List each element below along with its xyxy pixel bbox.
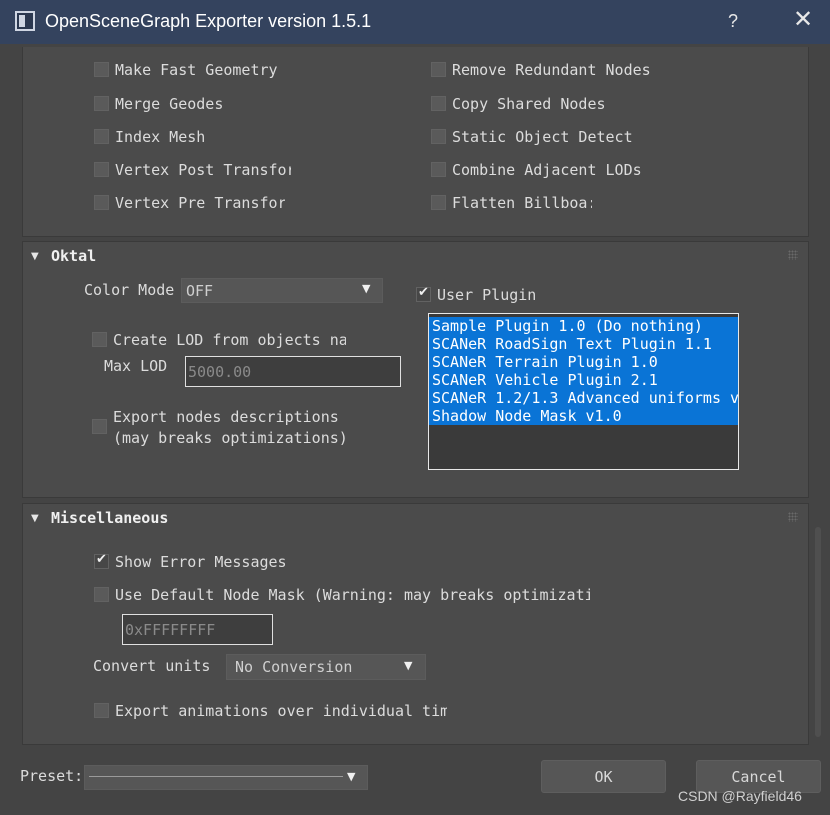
convert-units-value: No Conversion bbox=[235, 658, 353, 676]
misc-section-title[interactable]: Miscellaneous bbox=[51, 509, 168, 527]
remove-redundant-nodes-checkbox[interactable] bbox=[431, 62, 446, 77]
export-descriptions-line1: Export nodes descriptions bbox=[113, 408, 339, 426]
chevron-down-icon: ▼ bbox=[347, 770, 356, 783]
vertex-post-transform-checkbox[interactable] bbox=[94, 162, 109, 177]
oktal-grip-icon bbox=[788, 250, 798, 260]
scrollbar-thumb[interactable] bbox=[815, 527, 821, 737]
exporter-dialog: OpenSceneGraph Exporter version 1.5.1 ? … bbox=[0, 0, 830, 815]
index-mesh-checkbox[interactable] bbox=[94, 129, 109, 144]
preset-select[interactable]: ▼ bbox=[84, 765, 368, 790]
watermark-text: CSDN @Rayfield46 bbox=[678, 788, 802, 804]
copy-shared-nodes-checkbox[interactable] bbox=[431, 96, 446, 111]
merge-geodes-label: Merge Geodes bbox=[115, 95, 224, 113]
misc-grip-icon bbox=[788, 512, 798, 522]
make-fast-geometry-label: Make Fast Geometry bbox=[115, 61, 278, 79]
plugin-list-item[interactable]: SCANeR RoadSign Text Plugin 1.1 bbox=[429, 335, 738, 353]
chevron-down-icon: ▼ bbox=[362, 282, 371, 295]
combine-adjacent-lods-label: Combine Adjacent LODs bbox=[452, 161, 642, 179]
default-node-mask-label: Use Default Node Mask (Warning: may brea… bbox=[115, 586, 590, 604]
plugin-list-item[interactable]: Sample Plugin 1.0 (Do nothing) bbox=[429, 317, 738, 335]
flatten-billboard-label: Flatten Billboa: bbox=[452, 194, 592, 212]
plugin-list[interactable]: Sample Plugin 1.0 (Do nothing) SCANeR Ro… bbox=[428, 313, 739, 470]
copy-shared-nodes-label: Copy Shared Nodes bbox=[452, 95, 606, 113]
merge-geodes-checkbox[interactable] bbox=[94, 96, 109, 111]
combine-adjacent-lods-checkbox[interactable] bbox=[431, 162, 446, 177]
convert-units-label: Convert units bbox=[93, 657, 211, 675]
app-icon bbox=[15, 11, 35, 31]
max-lod-label: Max LOD bbox=[104, 357, 168, 375]
create-lod-label: Create LOD from objects na bbox=[113, 331, 346, 349]
static-object-detect-checkbox[interactable] bbox=[431, 129, 446, 144]
user-plugin-checkbox[interactable] bbox=[416, 285, 431, 302]
oktal-section-title[interactable]: Oktal bbox=[51, 247, 96, 265]
max-lod-input[interactable] bbox=[186, 357, 400, 386]
remove-redundant-nodes-label: Remove Redundant Nodes bbox=[452, 61, 651, 79]
node-mask-input[interactable] bbox=[123, 615, 272, 644]
help-button[interactable]: ? bbox=[728, 11, 738, 32]
close-button[interactable]: ✕ bbox=[793, 8, 813, 32]
misc-collapse-icon[interactable]: ▼ bbox=[31, 513, 39, 524]
oktal-collapse-icon[interactable]: ▼ bbox=[31, 251, 39, 262]
static-object-detect-label: Static Object Detect bbox=[452, 128, 633, 146]
export-animations-label: Export animations over individual tim bbox=[115, 702, 447, 720]
plugin-list-item[interactable]: SCANeR 1.2/1.3 Advanced uniforms v bbox=[429, 389, 738, 407]
export-descriptions-checkbox[interactable] bbox=[92, 419, 107, 434]
node-mask-field[interactable] bbox=[122, 614, 273, 645]
flatten-billboard-checkbox[interactable] bbox=[431, 195, 446, 210]
user-plugin-label: User Plugin bbox=[437, 286, 537, 304]
create-lod-checkbox[interactable] bbox=[92, 332, 107, 347]
make-fast-geometry-checkbox[interactable] bbox=[94, 62, 109, 77]
ok-button[interactable]: OK bbox=[541, 760, 666, 793]
export-descriptions-line2: (may breaks optimizations) bbox=[113, 429, 348, 447]
plugin-list-item[interactable]: SCANeR Terrain Plugin 1.0 bbox=[429, 353, 738, 371]
plugin-list-item[interactable]: SCANeR Vehicle Plugin 2.1 bbox=[429, 371, 738, 389]
preset-label: Preset: bbox=[20, 767, 84, 785]
preset-empty-line bbox=[89, 776, 343, 777]
index-mesh-label: Index Mesh bbox=[115, 128, 206, 146]
show-errors-checkbox[interactable] bbox=[94, 552, 109, 569]
title-bar: OpenSceneGraph Exporter version 1.5.1 ? … bbox=[0, 0, 830, 44]
vertex-post-transform-label: Vertex Post Transfor bbox=[115, 161, 291, 179]
vertical-scrollbar[interactable] bbox=[814, 47, 824, 747]
show-errors-label: Show Error Messages bbox=[115, 553, 287, 571]
window-title: OpenSceneGraph Exporter version 1.5.1 bbox=[45, 11, 372, 31]
convert-units-select[interactable]: No Conversion ▼ bbox=[226, 654, 426, 680]
color-mode-label: Color Mode bbox=[84, 281, 175, 299]
color-mode-select[interactable]: OFF ▼ bbox=[181, 278, 383, 303]
vertex-pre-transform-label: Vertex Pre Transfor bbox=[115, 194, 285, 212]
chevron-down-icon: ▼ bbox=[404, 659, 413, 672]
plugin-list-item[interactable]: Shadow Node Mask v1.0 bbox=[429, 407, 738, 425]
vertex-pre-transform-checkbox[interactable] bbox=[94, 195, 109, 210]
color-mode-value: OFF bbox=[186, 282, 214, 300]
max-lod-field[interactable] bbox=[185, 356, 401, 387]
default-node-mask-checkbox[interactable] bbox=[94, 587, 109, 602]
export-animations-checkbox[interactable] bbox=[94, 703, 109, 718]
